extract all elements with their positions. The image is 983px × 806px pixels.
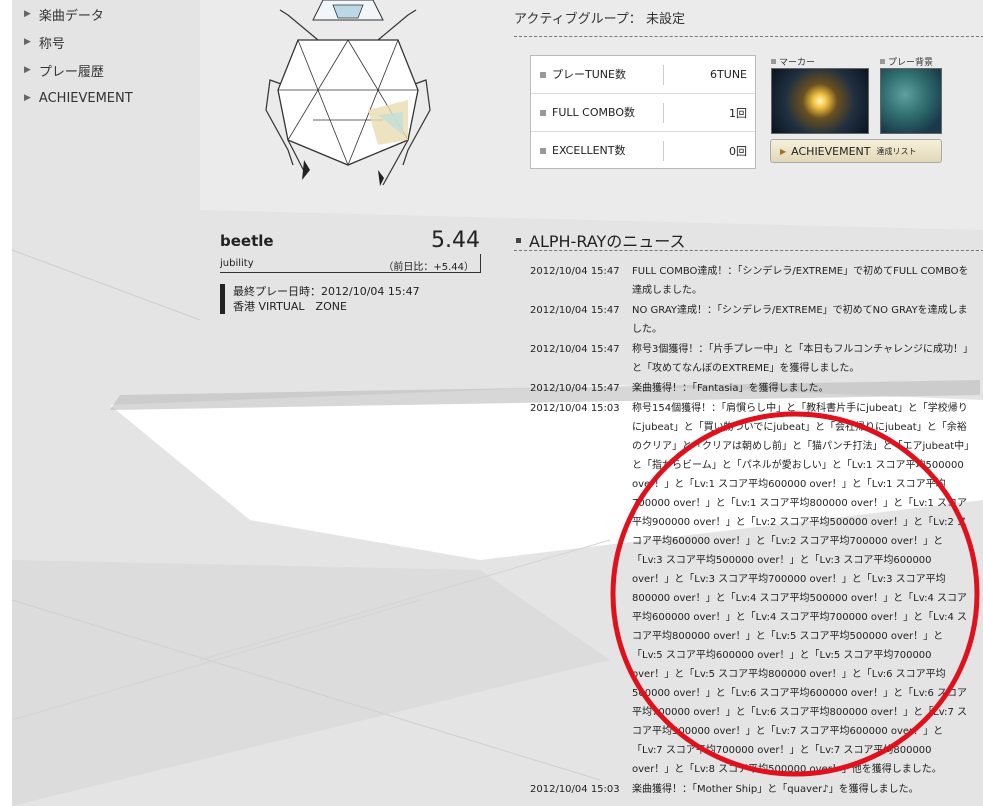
marker-label-text: マーカー bbox=[779, 58, 816, 68]
stat-value: 1回 bbox=[729, 106, 747, 120]
last-play-time: 最終プレー日時：2012/10/04 15:47 bbox=[233, 285, 420, 298]
bullet-icon bbox=[516, 237, 521, 243]
play-background-thumbnail[interactable] bbox=[880, 68, 942, 134]
stat-value: 6TUNE bbox=[710, 68, 747, 81]
list-item: 2012/10/04 15:03 称号154個獲得！：「肩慣らし中」と「教科書片… bbox=[530, 399, 970, 779]
play-stats-panel: プレーTUNE数 6TUNE FULL COMBO数 1回 EXCELLENT数… bbox=[530, 55, 756, 169]
marker-thumbnail[interactable] bbox=[771, 68, 869, 134]
nav-item-achievement[interactable]: ▶ ACHIEVEMENT bbox=[0, 84, 200, 112]
play-arrow-icon: ▶ bbox=[780, 146, 787, 156]
player-name: beetle bbox=[220, 232, 274, 250]
list-item: 2012/10/04 15:47 FULL COMBO達成！：「シンデレラ/EX… bbox=[530, 262, 970, 300]
active-group: アクティブグループ： 未設定 bbox=[514, 8, 983, 37]
list-item: 2012/10/04 15:03 楽曲獲得！：「Mother Ship」と「qu… bbox=[530, 780, 970, 799]
news-text: NO GRAY達成！：「シンデレラ/EXTREME」で初めてNO GRAYを達成… bbox=[632, 305, 968, 335]
news-date: 2012/10/04 15:03 bbox=[530, 403, 620, 414]
jubility-label: jubility bbox=[220, 258, 254, 269]
news-date: 2012/10/04 15:47 bbox=[530, 266, 620, 277]
stat-row-excellent: EXCELLENT数 0回 bbox=[531, 132, 755, 169]
news-text: 楽曲獲得！：「Fantasia」を獲得しました。 bbox=[632, 383, 829, 394]
nav-item-titles[interactable]: ▶ 称号 bbox=[0, 28, 200, 56]
nav-item-play-history[interactable]: ▶ プレー履歴 bbox=[0, 56, 200, 84]
news-date: 2012/10/04 15:47 bbox=[530, 344, 620, 355]
triangle-right-icon: ▶ bbox=[24, 37, 31, 47]
stat-label: FULL COMBO数 bbox=[552, 102, 664, 123]
news-list: 2012/10/04 15:47 FULL COMBO達成！：「シンデレラ/EX… bbox=[530, 262, 970, 800]
nav-item-label: 楽曲データ bbox=[38, 8, 104, 24]
news-heading: ALPH-RAYのニュース bbox=[514, 230, 983, 251]
stat-row-tunes: プレーTUNE数 6TUNE bbox=[531, 56, 755, 94]
last-play-info: 最終プレー日時：2012/10/04 15:47 香港 VIRTUAL ZONE bbox=[220, 284, 420, 314]
news-text: 楽曲獲得！：「Mother Ship」と「quaver♪」を獲得しました。 bbox=[632, 784, 919, 795]
bullet-icon bbox=[771, 59, 776, 64]
active-group-value: 未設定 bbox=[645, 12, 685, 27]
bullet-icon bbox=[540, 147, 546, 154]
stat-label: EXCELLENT数 bbox=[552, 140, 664, 161]
triangle-right-icon: ▶ bbox=[24, 65, 31, 75]
news-heading-text: ALPH-RAYのニュース bbox=[529, 232, 686, 251]
background-label: プレー背景 bbox=[880, 55, 933, 68]
stat-value: 0回 bbox=[729, 144, 747, 158]
last-play-location: 香港 VIRTUAL ZONE bbox=[233, 300, 347, 313]
list-item: 2012/10/04 15:47 楽曲獲得！：「Fantasia」を獲得しました… bbox=[530, 379, 970, 398]
news-date: 2012/10/04 15:47 bbox=[530, 305, 620, 316]
bullet-icon bbox=[540, 71, 546, 78]
triangle-right-icon: ▶ bbox=[24, 9, 31, 19]
bullet-icon bbox=[540, 109, 546, 116]
jubility-score: 5.44 bbox=[431, 228, 480, 253]
achievement-list-button[interactable]: ▶ ACHIEVEMENT 達成リスト bbox=[770, 139, 942, 163]
news-text: 称号3個獲得！：「片手プレー中」と「本日もフルコンチャレンジに成功！」と「攻めて… bbox=[632, 344, 969, 374]
news-date: 2012/10/04 15:47 bbox=[530, 383, 620, 394]
stat-row-full-combo: FULL COMBO数 1回 bbox=[531, 94, 755, 132]
stat-label: プレーTUNE数 bbox=[552, 64, 664, 85]
nav-item-label: 称号 bbox=[38, 36, 65, 52]
nav-item-label: プレー履歴 bbox=[38, 64, 104, 80]
achievement-button-sub: 達成リスト bbox=[876, 146, 917, 156]
active-group-label: アクティブグループ： bbox=[514, 12, 642, 27]
side-nav: ▶ 楽曲データ ▶ 称号 ▶ プレー履歴 ▶ ACHIEVEMENT bbox=[0, 0, 200, 112]
nav-item-song-data[interactable]: ▶ 楽曲データ bbox=[0, 0, 200, 28]
news-text: 称号154個獲得！：「肩慣らし中」と「教科書片手にjubeat」と「学校帰りにj… bbox=[632, 403, 970, 775]
nav-item-label: ACHIEVEMENT bbox=[38, 90, 133, 106]
list-item: 2012/10/04 15:47 称号3個獲得！：「片手プレー中」と「本日もフル… bbox=[530, 340, 970, 378]
achievement-button-label: ACHIEVEMENT bbox=[791, 144, 871, 158]
jubility-diff: （前日比：+5.44） bbox=[383, 262, 474, 273]
background-label-text: プレー背景 bbox=[888, 58, 934, 68]
list-item: 2012/10/04 15:47 NO GRAY達成！：「シンデレラ/EXTRE… bbox=[530, 301, 970, 339]
news-date: 2012/10/04 15:03 bbox=[530, 784, 620, 795]
beetle-avatar-icon bbox=[265, 0, 431, 186]
triangle-right-icon: ▶ bbox=[24, 93, 31, 103]
marker-label: マーカー bbox=[771, 55, 815, 68]
bullet-icon bbox=[880, 59, 885, 64]
news-text: FULL COMBO達成！：「シンデレラ/EXTREME」で初めてFULL CO… bbox=[632, 266, 969, 296]
